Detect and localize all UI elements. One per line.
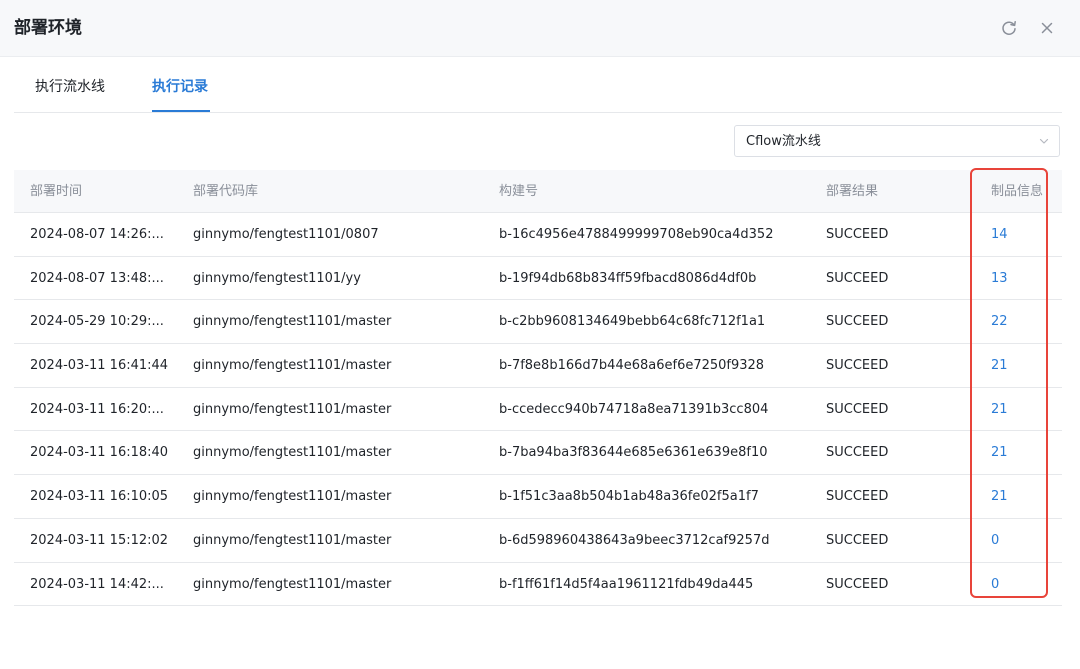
table-row: 2024-03-11 14:42:... ginnymo/fengtest110… [14,563,1062,607]
repository-cell: ginnymo/fengtest1101/master [193,532,392,548]
table-row: 2024-03-11 16:41:44 ginnymo/fengtest1101… [14,344,1062,388]
build-number-cell: b-16c4956e4788499999708eb90ca4d352 [499,227,774,242]
deploy-result-cell: SUCCEED [826,576,889,592]
deploy-time-cell: 2024-03-11 15:12:02 [30,532,169,548]
artifact-info-link[interactable]: 13 [991,270,1008,287]
table-header: 部署时间 部署代码库 构建号 部署结果 制品信息 [14,170,1062,213]
active-tab-indicator [152,110,210,112]
artifact-info-link[interactable]: 14 [991,226,1008,243]
column-header-build-number: 构建号 [499,184,539,199]
repository-cell: ginnymo/fengtest1101/master [193,489,392,505]
build-number-cell: b-f1ff61f14d5f4aa1961121fdb49da445 [499,576,754,592]
artifact-info-link[interactable]: 22 [991,313,1008,330]
execution-records-table: 部署时间 部署代码库 构建号 部署结果 制品信息 2024-08-07 14:2… [14,170,1062,607]
pipeline-select-value: Cflow流水线 [746,134,821,149]
build-number-cell: b-7f8e8b166d7b44e68a6ef6e7250f9328 [499,358,765,374]
deploy-time-cell: 2024-03-11 16:20:... [30,401,164,417]
dialog-header: 部署环境 [0,0,1080,57]
table-row: 2024-08-07 13:48:... ginnymo/fengtest110… [14,257,1062,301]
artifact-info-link[interactable]: 21 [991,444,1008,461]
deploy-result-cell: SUCCEED [826,532,889,548]
table-row: 2024-03-11 16:10:05 ginnymo/fengtest1101… [14,475,1062,519]
table-row: 2024-03-11 16:20:... ginnymo/fengtest110… [14,388,1062,432]
chevron-down-icon [1039,138,1049,144]
repository-cell: ginnymo/fengtest1101/master [193,401,392,417]
deploy-result-cell: SUCCEED [826,314,889,330]
artifact-info-link[interactable]: 0 [991,532,999,549]
deploy-time-cell: 2024-03-11 16:41:44 [30,358,169,374]
column-header-repository: 部署代码库 [193,184,259,199]
tab-execution-records[interactable]: 执行记录 [152,77,208,97]
repository-cell: ginnymo/fengtest1101/master [193,576,392,592]
table-row: 2024-03-11 16:18:40 ginnymo/fengtest1101… [14,431,1062,476]
build-number-cell: b-ccedecc940b74718a8ea71391b3cc804 [499,401,769,417]
deploy-time-cell: 2024-08-07 14:26:... [30,227,164,242]
column-header-deploy-time: 部署时间 [30,184,83,199]
deploy-result-cell: SUCCEED [826,445,889,461]
close-icon[interactable] [1035,16,1059,40]
pipeline-select[interactable]: Cflow流水线 [734,125,1060,157]
dialog-title: 部署环境 [14,18,82,38]
column-header-deploy-result: 部署结果 [826,184,879,199]
tab-bar: 执行流水线 执行记录 [14,57,1062,113]
repository-cell: ginnymo/fengtest1101/master [193,314,392,330]
deploy-environment-dialog: 部署环境 执行流水线 执行记录 Cflow流水线 部署时间 部署代码库 构建号 … [0,0,1080,669]
repository-cell: ginnymo/fengtest1101/0807 [193,227,379,242]
table-row: 2024-05-29 10:29:... ginnymo/fengtest110… [14,300,1062,345]
refresh-icon[interactable] [997,16,1021,40]
deploy-result-cell: SUCCEED [826,401,889,417]
build-number-cell: b-19f94db68b834ff59fbacd8086d4df0b [499,270,757,286]
deploy-result-cell: SUCCEED [826,270,889,286]
deploy-time-cell: 2024-05-29 10:29:... [30,314,164,330]
deploy-result-cell: SUCCEED [826,489,889,505]
table-row: 2024-03-11 15:12:02 ginnymo/fengtest1101… [14,519,1062,563]
artifact-info-link[interactable]: 21 [991,488,1008,505]
artifact-info-link[interactable]: 21 [991,401,1008,418]
column-header-artifact-info: 制品信息 [991,184,1044,199]
deploy-time-cell: 2024-08-07 13:48:... [30,270,164,286]
deploy-time-cell: 2024-03-11 16:10:05 [30,489,169,505]
deploy-result-cell: SUCCEED [826,358,889,374]
build-number-cell: b-1f51c3aa8b504b1ab48a36fe02f5a1f7 [499,489,759,505]
artifact-info-link[interactable]: 21 [991,357,1008,374]
repository-cell: ginnymo/fengtest1101/master [193,445,392,461]
deploy-result-cell: SUCCEED [826,227,889,242]
artifact-info-link[interactable]: 0 [991,576,999,593]
deploy-time-cell: 2024-03-11 16:18:40 [30,445,169,461]
build-number-cell: b-7ba94ba3f83644e685e6361e639e8f10 [499,445,768,461]
build-number-cell: b-c2bb9608134649bebb64c68fc712f1a1 [499,314,766,330]
table-row: 2024-08-07 14:26:... ginnymo/fengtest110… [14,213,1062,257]
build-number-cell: b-6d598960438643a9beec3712caf9257d [499,532,770,548]
tab-pipeline[interactable]: 执行流水线 [35,77,105,97]
repository-cell: ginnymo/fengtest1101/master [193,358,392,374]
repository-cell: ginnymo/fengtest1101/yy [193,270,361,286]
deploy-time-cell: 2024-03-11 14:42:... [30,576,164,592]
